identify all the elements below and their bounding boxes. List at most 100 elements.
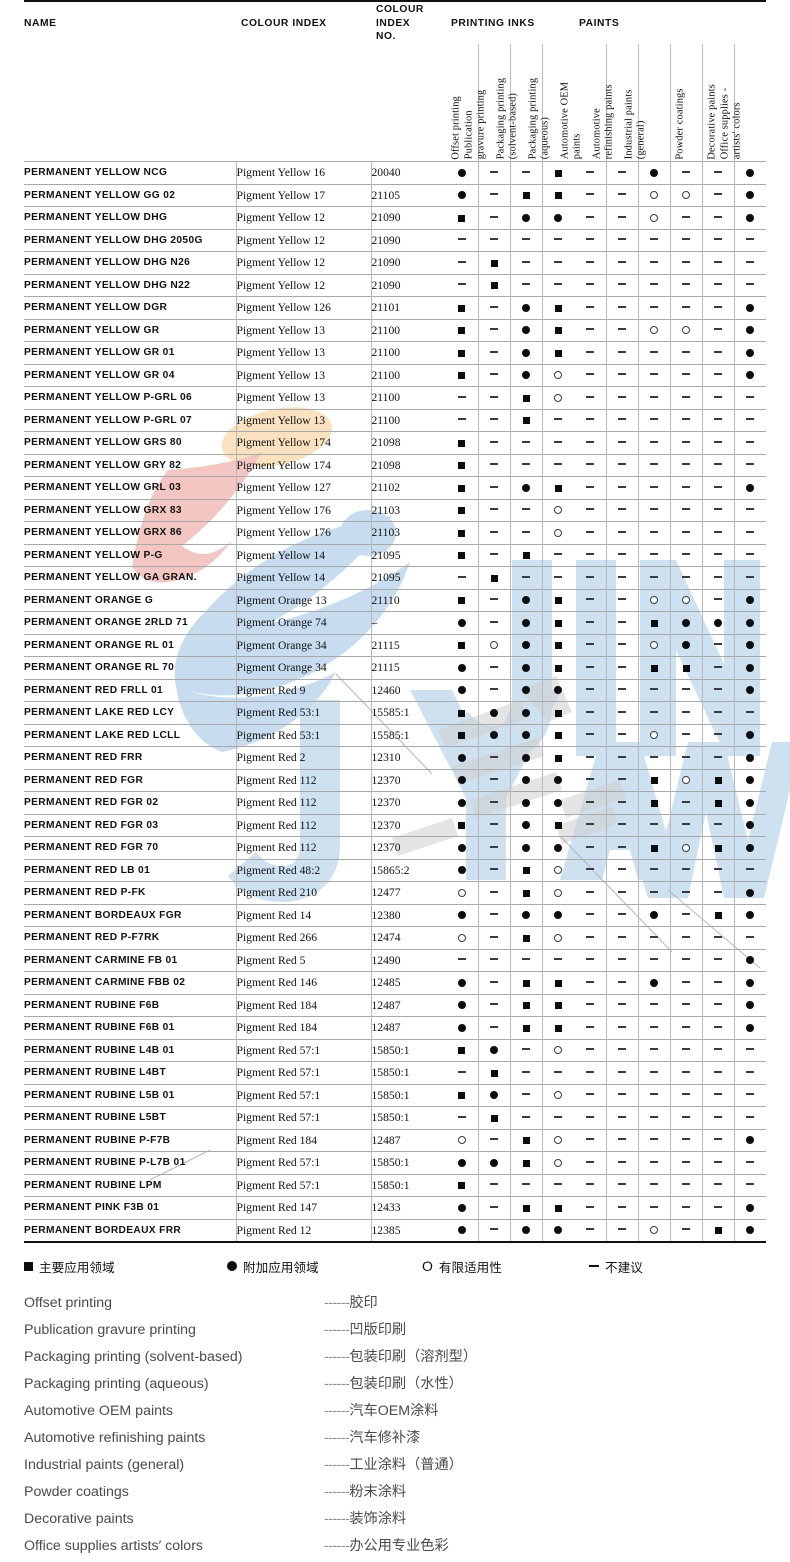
not-recommended-dash-symbol — [585, 193, 594, 196]
column-header-label-pack_solvent: Packaging printing (solvent-based) — [495, 77, 519, 160]
colour-index-cell: Pigment Red 57:1 — [235, 1173, 371, 1197]
colour-index-cell: Pigment Orange 74 — [235, 611, 371, 635]
colour-index-no-cell: 12370 — [370, 836, 446, 860]
main-application-square-symbol — [458, 709, 466, 717]
application-cell-offset — [446, 1173, 478, 1197]
application-cell-pack_solvent — [509, 656, 542, 680]
not-recommended-dash-symbol — [490, 778, 498, 781]
application-cell-office — [733, 228, 766, 252]
not-recommended-dash-symbol — [682, 418, 690, 421]
application-cell-auto_oem — [574, 363, 606, 387]
not-recommended-dash-symbol — [682, 800, 690, 803]
application-cell-pack_aqueous — [541, 701, 574, 725]
limited-suitability-open-circle-symbol — [650, 731, 658, 740]
table-row: PERMANENT RUBINE F6B 01 Pigment Red 184 12… — [24, 1016, 766, 1040]
not-recommended-dash-symbol — [714, 1070, 722, 1073]
application-cell-powder — [669, 431, 702, 455]
glossary-row: Automotive refinishing paints ------ 汽车修补漆 — [24, 1427, 766, 1454]
colour-index-no-cell: 21090 — [370, 206, 446, 230]
legend-item-label: 有限适用性 — [438, 1260, 502, 1275]
table-row: PERMANENT YELLOW GRX 86 Pigment Yellow 17… — [24, 521, 766, 545]
pigment-name-cell: PERMANENT RED P-FK — [24, 881, 236, 905]
additional-application-circle-symbol — [746, 776, 755, 785]
not-recommended-dash-symbol — [618, 1183, 626, 1186]
not-recommended-dash-symbol — [490, 508, 498, 511]
colour-index-cell: Pigment Red 112 — [235, 836, 371, 860]
application-cell-decorative — [701, 1083, 734, 1107]
not-recommended-dash-symbol — [650, 1025, 658, 1028]
additional-application-circle-symbol — [522, 821, 530, 830]
not-recommended-dash-symbol — [618, 350, 626, 353]
pigment-name-cell: PERMANENT ORANGE RL 01 — [24, 633, 236, 657]
additional-application-circle-symbol — [522, 596, 530, 605]
application-cell-industrial — [637, 1083, 670, 1107]
additional-application-circle-symbol — [457, 1158, 466, 1167]
application-cell-offset — [446, 161, 478, 185]
not-recommended-dash-symbol — [618, 215, 626, 218]
not-recommended-dash-symbol — [682, 688, 690, 691]
application-cell-pack_aqueous — [541, 1038, 574, 1062]
application-cell-powder — [669, 701, 702, 725]
application-cell-auto_oem — [574, 251, 606, 275]
application-cell-pack_solvent — [509, 746, 542, 770]
application-cell-offset — [446, 768, 478, 792]
vertical-header-row: Offset printing Publication gravure printi… — [24, 43, 766, 162]
not-recommended-dash-symbol — [585, 440, 594, 443]
not-recommended-dash-symbol — [618, 665, 626, 668]
application-cell-auto_oem — [574, 566, 606, 590]
application-cell-decorative — [701, 768, 734, 792]
colour-index-cell: Pigment Yellow 13 — [235, 408, 371, 432]
additional-application-circle-symbol — [490, 1046, 498, 1055]
not-recommended-dash-symbol — [490, 395, 498, 398]
additional-application-circle-symbol — [746, 348, 755, 357]
not-recommended-dash-symbol — [650, 1205, 658, 1208]
not-recommended-dash-symbol — [682, 395, 690, 398]
table-row: PERMANENT ORANGE RL 70 Pigment Orange 34 2… — [24, 656, 766, 680]
not-recommended-dash-symbol — [490, 755, 498, 758]
not-recommended-dash-symbol — [457, 575, 466, 578]
colour-index-no-cell: 21105 — [370, 183, 446, 207]
application-cell-industrial — [637, 431, 670, 455]
not-recommended-dash-symbol — [682, 733, 690, 736]
application-cell-powder — [669, 161, 702, 185]
application-cell-pub_gravure — [477, 1196, 510, 1220]
application-cell-auto_refinish — [605, 521, 638, 545]
application-cell-pub_gravure — [477, 1128, 510, 1152]
not-recommended-dash-symbol — [618, 395, 626, 398]
application-cell-auto_oem — [574, 1173, 606, 1197]
application-cell-auto_refinish — [605, 768, 638, 792]
application-cell-pack_aqueous — [541, 768, 574, 792]
application-cell-office — [733, 993, 766, 1017]
application-cell-powder — [669, 926, 702, 950]
application-cell-industrial — [637, 1061, 670, 1085]
not-recommended-dash-symbol — [682, 260, 690, 263]
application-cell-pub_gravure — [477, 273, 510, 297]
additional-application-circle-symbol — [554, 798, 563, 807]
not-recommended-dash-symbol — [682, 305, 690, 308]
table-row: PERMANENT RED LB 01 Pigment Red 48:2 15865… — [24, 858, 766, 882]
main-application-square-symbol — [458, 349, 466, 357]
main-application-square-symbol — [554, 169, 562, 177]
glossary-dot-leader: ------ — [324, 1321, 350, 1338]
not-recommended-dash-symbol — [618, 733, 626, 736]
colour-index-no-cell: 21115 — [370, 656, 446, 680]
application-cell-auto_oem — [574, 858, 606, 882]
not-recommended-dash-symbol — [585, 958, 594, 961]
not-recommended-dash-symbol — [618, 1160, 626, 1163]
application-cell-pack_aqueous — [541, 903, 574, 927]
glossary-term-zh: 凹版印刷 — [349, 1321, 407, 1338]
table-row: PERMANENT YELLOW GA GRAN. Pigment Yellow … — [24, 566, 766, 590]
application-cell-pack_solvent — [509, 768, 542, 792]
colour-index-cell: Pigment Yellow 13 — [235, 363, 371, 387]
colour-index-cell: Pigment Red 57:1 — [235, 1061, 371, 1085]
application-cell-powder — [669, 656, 702, 680]
glossary-term-en: Offset printing — [24, 1294, 113, 1311]
not-recommended-dash-symbol — [714, 215, 722, 218]
application-cell-pack_aqueous — [541, 521, 574, 545]
header-group-printing-inks: PRINTING INKS — [451, 17, 535, 29]
not-recommended-dash-symbol — [714, 1205, 722, 1208]
not-recommended-dash-symbol — [746, 238, 755, 241]
main-application-square-symbol — [554, 597, 562, 605]
main-application-square-symbol — [554, 979, 562, 987]
main-application-square-symbol — [714, 1227, 722, 1235]
